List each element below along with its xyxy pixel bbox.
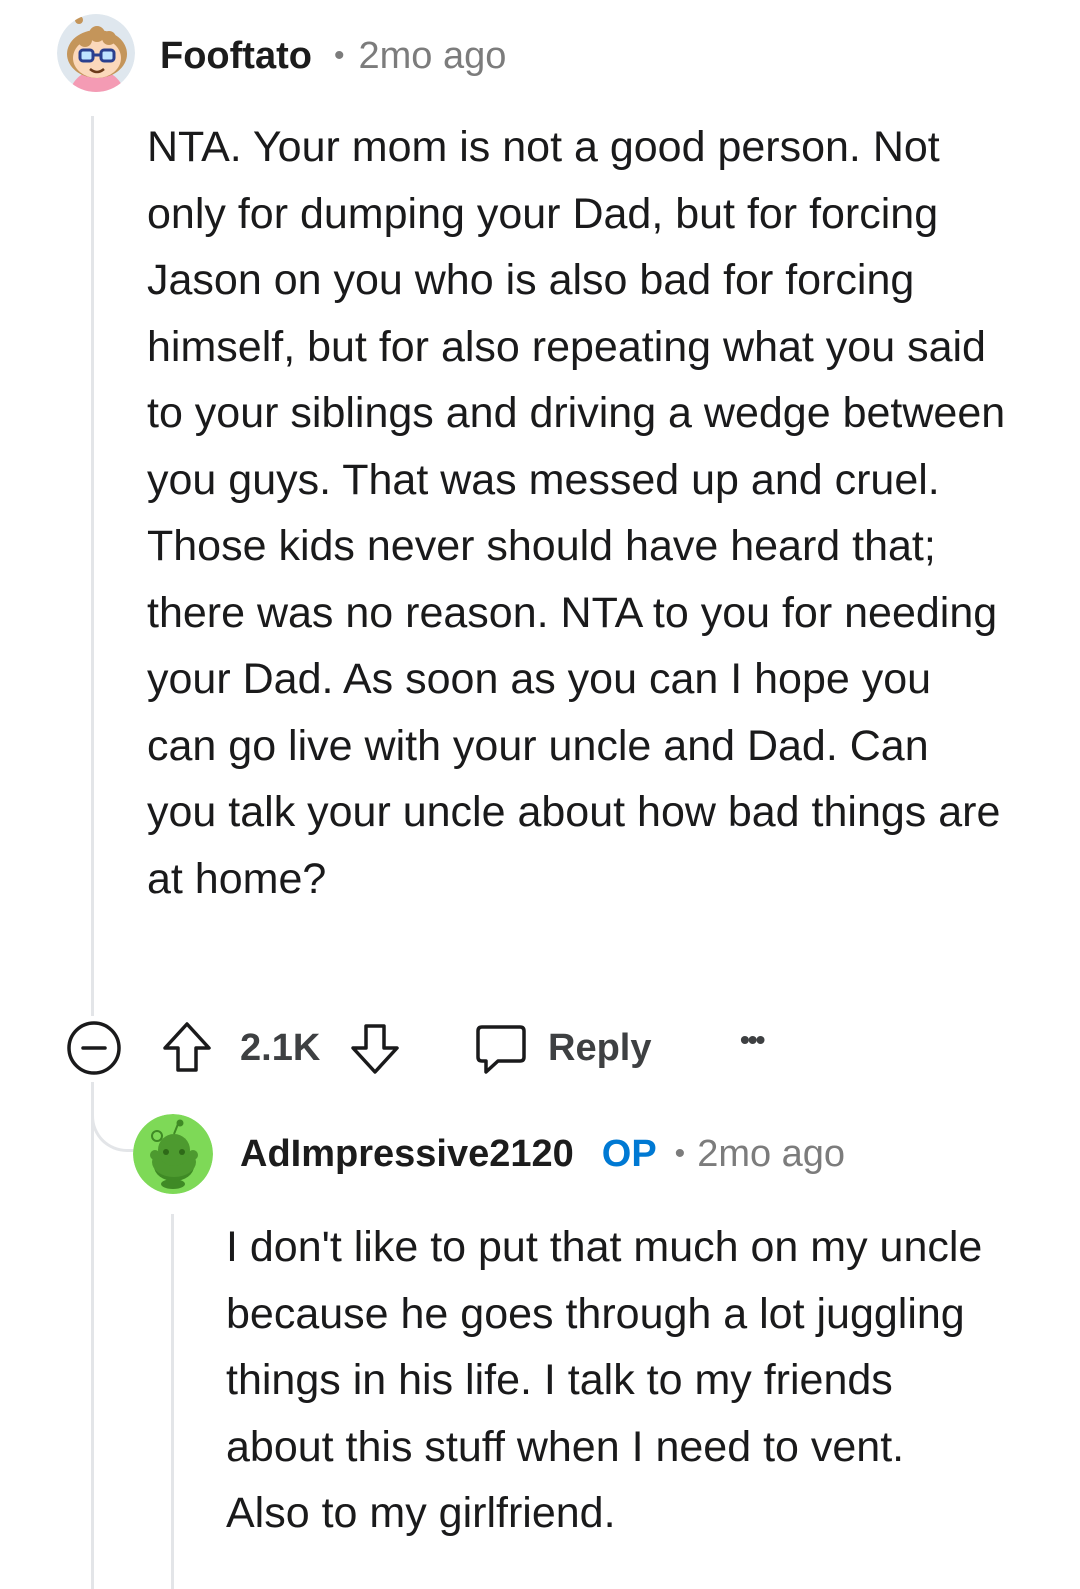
- reply-body: I don't like to put that much on my uncl…: [226, 1214, 996, 1547]
- comment-action-bar: 2.1K Reply •••: [66, 1018, 786, 1078]
- reply-button[interactable]: Reply: [474, 1018, 674, 1078]
- snoo-avatar-glasses-icon[interactable]: [57, 14, 135, 92]
- op-badge: OP: [601, 1132, 657, 1175]
- collapse-minus-icon[interactable]: [66, 1020, 122, 1076]
- reply-connector-curve: [91, 1082, 135, 1152]
- reply-timestamp[interactable]: 2mo ago: [697, 1133, 845, 1176]
- meta-separator: •: [333, 39, 345, 72]
- comment-thread-line[interactable]: [91, 116, 94, 1016]
- comment-username[interactable]: Fooftato: [160, 35, 312, 78]
- meta-separator: •: [674, 1137, 686, 1170]
- reply-thread-line[interactable]: [171, 1214, 174, 1589]
- comment-body: NTA. Your mom is not a good person. Not …: [147, 114, 1009, 912]
- reply-username[interactable]: AdImpressive2120: [240, 1133, 574, 1176]
- reply-meta: AdImpressive2120 OP • 2mo ago: [240, 1132, 845, 1176]
- comment-body-paragraph: NTA. Your mom is not a good person. Not …: [147, 123, 1006, 903]
- comment-timestamp[interactable]: 2mo ago: [358, 35, 506, 78]
- snoo-avatar-green-icon[interactable]: [133, 1114, 213, 1194]
- reply-label: Reply: [548, 1027, 652, 1069]
- speech-bubble-icon: [474, 1022, 528, 1076]
- comment-meta: Fooftato • 2mo ago: [160, 34, 506, 78]
- upvote-arrow-icon[interactable]: [162, 1021, 212, 1073]
- reply-body-paragraph: I don't like to put that much on my uncl…: [226, 1223, 983, 1537]
- downvote-arrow-icon[interactable]: [350, 1023, 400, 1075]
- comment-thread-line-lower[interactable]: [91, 1082, 94, 1589]
- vote-count: 2.1K: [240, 1027, 321, 1069]
- more-dots-icon[interactable]: •••: [740, 1024, 765, 1056]
